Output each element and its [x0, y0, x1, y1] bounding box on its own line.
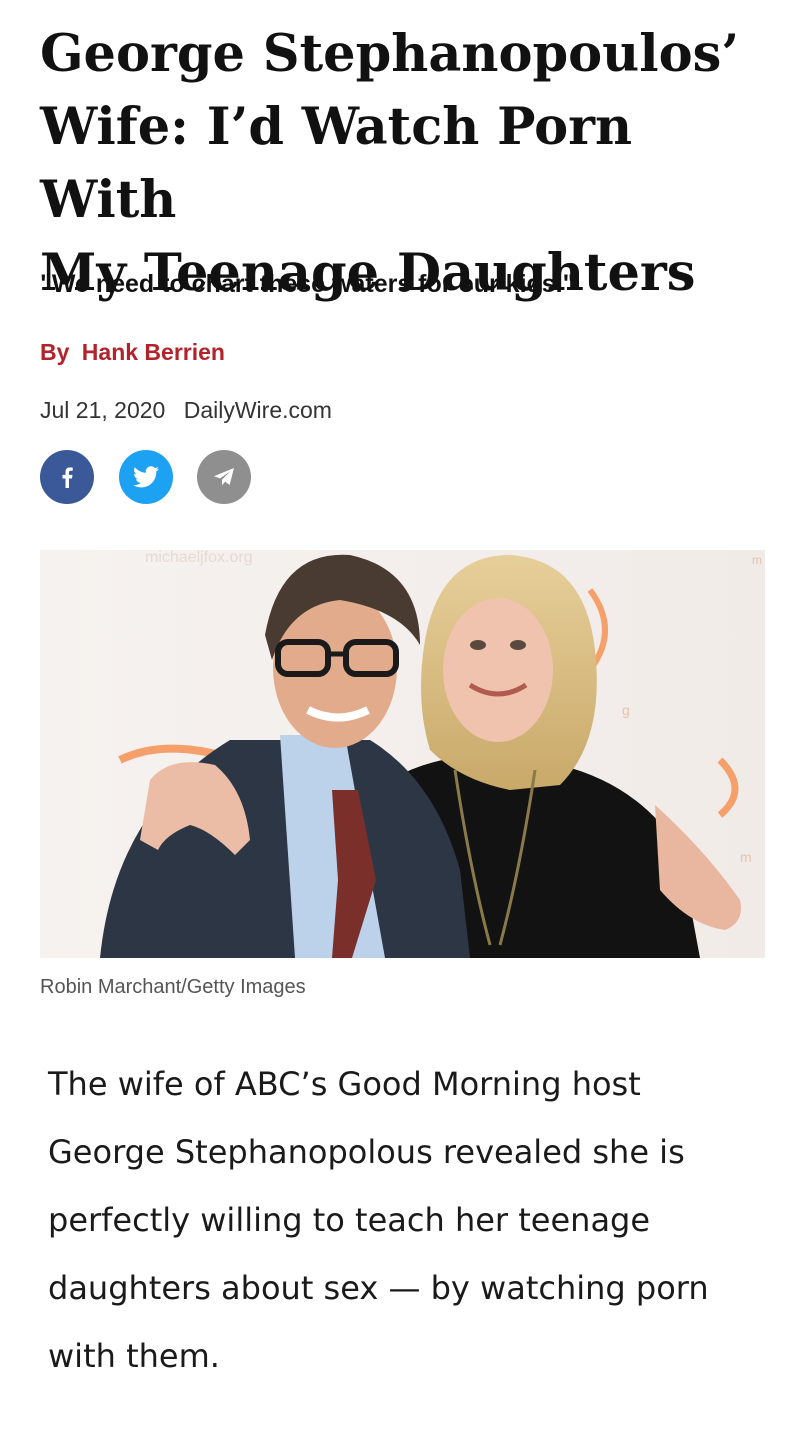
body-line: daughters about sex — by watching porn	[48, 1269, 709, 1307]
telegram-icon	[214, 468, 234, 486]
headline-line: George Stephanopoulos’	[40, 24, 740, 84]
facebook-share-button[interactable]	[40, 450, 94, 504]
photo-caption: Robin Marchant/Getty Images	[40, 976, 306, 998]
byline-prefix: By	[40, 339, 70, 365]
publish-date: Jul 21, 2020	[40, 397, 166, 423]
backdrop-text: michaeljfox.org	[145, 550, 253, 566]
backdrop-text: m	[740, 849, 752, 865]
backdrop-text: g	[622, 702, 630, 718]
article-body: The wife of ABC’s Good Morning host Geor…	[48, 1050, 768, 1390]
backdrop-text: m	[752, 553, 762, 567]
twitter-icon	[133, 466, 159, 488]
body-line: George Stephanopolous revealed she is	[48, 1133, 685, 1171]
body-line: with them.	[48, 1337, 220, 1375]
source-name: DailyWire.com	[183, 397, 332, 423]
facebook-icon	[62, 467, 73, 488]
author-link[interactable]: Hank Berrien	[82, 339, 225, 365]
telegram-share-button[interactable]	[197, 450, 251, 504]
dateline: Jul 21, 2020 DailyWire.com	[40, 394, 332, 426]
article-subhead: "We need to chart these waters for our k…	[40, 270, 575, 298]
article-photo: michaeljfox.org m m g	[40, 550, 765, 958]
body-line: perfectly willing to teach her teenage	[48, 1201, 651, 1239]
headline-line: Wife: I’d Watch Porn With	[40, 97, 633, 230]
twitter-share-button[interactable]	[119, 450, 173, 504]
article-page: George Stephanopoulos’ Wife: I’d Watch P…	[0, 0, 801, 1439]
couple-photo: michaeljfox.org m m g	[40, 550, 765, 958]
body-line: The wife of ABC’s Good Morning host	[48, 1065, 641, 1103]
byline: By Hank Berrien	[40, 336, 225, 368]
